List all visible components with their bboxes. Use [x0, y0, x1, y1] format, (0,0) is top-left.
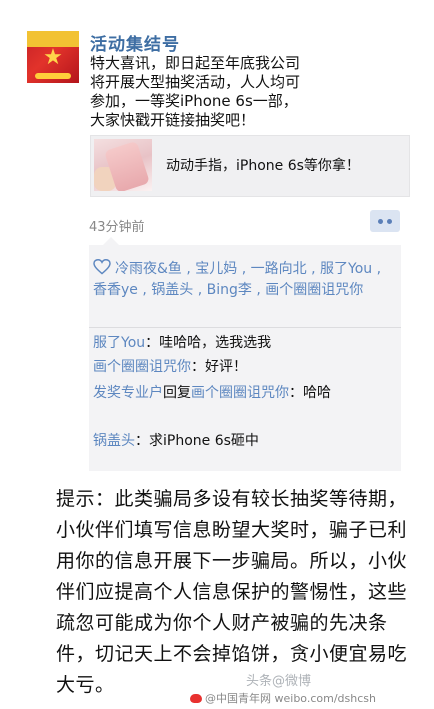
- more-dots-icon[interactable]: [370, 210, 400, 232]
- link-title: 动动手指，iPhone 6s等你拿！: [166, 158, 360, 174]
- comment-author[interactable]: 服了You: [93, 335, 145, 351]
- comment-item[interactable]: 发奖专业户回复画个圈圈诅咒你：哈哈: [93, 383, 385, 404]
- moments-post: ★ 活动集结号 特大喜讯，即日起至年底我公司 将开展大型抽奖活动，人人均可 参加…: [0, 0, 434, 478]
- reply-label: 回复: [163, 385, 191, 401]
- comment-text: ：好评！: [191, 359, 247, 375]
- author-avatar[interactable]: ★: [27, 31, 79, 83]
- like-name[interactable]: 宝儿妈: [195, 261, 237, 277]
- avatar-glyph: ★: [43, 45, 63, 70]
- author-name[interactable]: 活动集结号: [90, 30, 180, 55]
- like-name[interactable]: 锅盖头: [151, 282, 193, 298]
- comment-author[interactable]: 画个圈圈诅咒你: [93, 359, 191, 375]
- comment-item[interactable]: 服了You：哇哈哈，选我选我: [93, 333, 385, 354]
- comment-item[interactable]: 画个圈圈诅咒你：好评！: [93, 357, 385, 378]
- watermark: 头条@微博: [246, 674, 312, 689]
- post-time: 43分钟前: [89, 220, 145, 235]
- comment-text: ：哇哈哈，选我选我: [145, 335, 272, 351]
- heart-icon: [93, 259, 111, 275]
- post-content: 特大喜讯，即日起至年底我公司 将开展大型抽奖活动，人人均可 参加，一等奖iPho…: [90, 54, 301, 129]
- like-name[interactable]: 一路向北: [251, 261, 307, 277]
- weibo-icon: [190, 694, 202, 703]
- like-name[interactable]: 冷雨夜&鱼: [115, 261, 182, 277]
- comment-text: ：哈哈: [289, 385, 331, 401]
- like-name[interactable]: Bing李: [207, 282, 252, 298]
- comment-item[interactable]: 锅盖头：求iPhone 6s砸中: [93, 431, 385, 452]
- footer-text: @中国青年网 weibo.com/dshcsh: [205, 692, 376, 705]
- comment-area: 冷雨夜&鱼 , 宝儿妈 , 一路向北 , 服了You , 香香ye , 锅盖头 …: [89, 237, 401, 471]
- comment-author[interactable]: 锅盖头: [93, 433, 135, 449]
- comment-author[interactable]: 发奖专业户: [93, 385, 163, 401]
- likes-list: 冷雨夜&鱼 , 宝儿妈 , 一路向北 , 服了You , 香香ye , 锅盖头 …: [93, 259, 382, 298]
- comment-reply-to[interactable]: 画个圈圈诅咒你: [191, 385, 289, 401]
- like-name[interactable]: 画个圈圈诅咒你: [265, 282, 363, 298]
- divider: [89, 327, 401, 328]
- comment-text: ：求iPhone 6s砸中: [135, 433, 259, 449]
- tip-text: 提示：此类骗局多设有较长抽奖等待期，小伙伴们填写信息盼望大奖时，骗子已利用你的信…: [56, 488, 408, 696]
- footer-credit: @中国青年网 weibo.com/dshcsh: [190, 690, 376, 706]
- like-name[interactable]: 服了You: [320, 261, 372, 277]
- shared-link-card[interactable]: 动动手指，iPhone 6s等你拿！: [90, 135, 410, 197]
- link-thumbnail: [94, 139, 152, 191]
- like-name[interactable]: 香香ye: [93, 282, 138, 298]
